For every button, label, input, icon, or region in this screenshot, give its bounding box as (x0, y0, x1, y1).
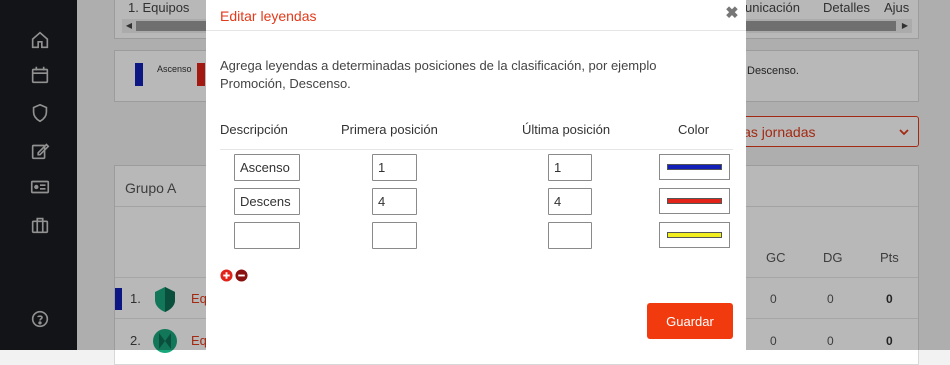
last-position-input[interactable] (548, 188, 592, 215)
description-input[interactable] (234, 154, 300, 181)
color-swatch (667, 232, 722, 238)
table-header-divider (220, 149, 733, 150)
header-color: Color (678, 122, 710, 137)
last-position-input[interactable] (548, 154, 592, 181)
color-picker[interactable] (659, 222, 730, 248)
close-icon[interactable]: ✖ (724, 6, 740, 22)
add-row-icon[interactable] (220, 269, 233, 282)
modal-header-divider (206, 30, 746, 31)
first-position-input[interactable] (372, 188, 417, 215)
color-swatch (667, 198, 722, 204)
modal-title: Editar leyendas (220, 8, 317, 24)
color-picker[interactable] (659, 154, 730, 180)
header-first-position: Primera posición (341, 122, 438, 137)
color-swatch (667, 164, 722, 170)
edit-legends-modal: Editar leyendas ✖ Agrega leyendas a dete… (206, 0, 746, 350)
color-picker[interactable] (659, 188, 730, 214)
description-input[interactable] (234, 188, 300, 215)
last-position-input[interactable] (548, 222, 592, 249)
save-button[interactable]: Guardar (647, 303, 733, 339)
header-description: Descripción (220, 122, 288, 137)
modal-description: Agrega leyendas a determinadas posicione… (220, 58, 657, 91)
first-position-input[interactable] (372, 154, 417, 181)
header-last-position: Última posición (522, 122, 611, 137)
description-input[interactable] (234, 222, 300, 249)
first-position-input[interactable] (372, 222, 417, 249)
remove-row-icon[interactable] (235, 269, 248, 282)
